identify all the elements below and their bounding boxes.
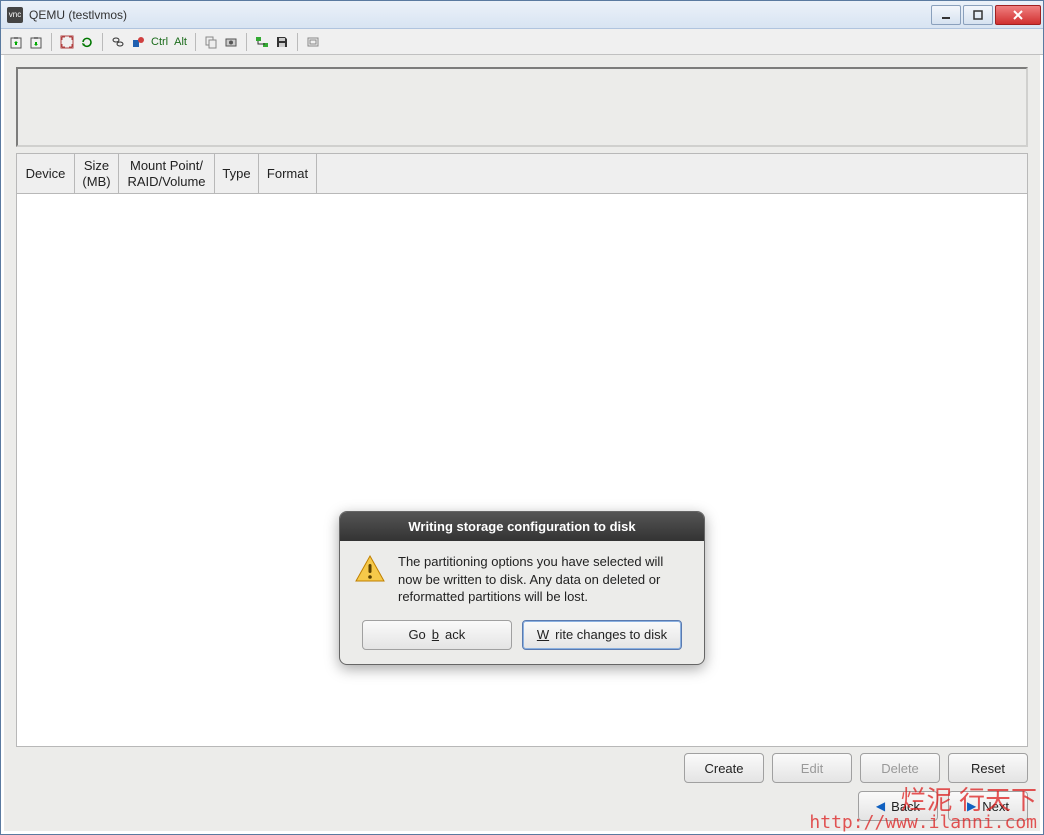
guest-display: Device Size (MB) Mount Point/ RAID/Volum… — [4, 55, 1040, 831]
header-spacer — [317, 154, 1027, 193]
titlebar: vnc QEMU (testlvmos) — [1, 1, 1043, 29]
partition-table-header: Device Size (MB) Mount Point/ RAID/Volum… — [16, 153, 1028, 194]
close-icon — [1012, 9, 1024, 21]
arrow-left-icon: ◀ — [876, 799, 885, 813]
header-size[interactable]: Size (MB) — [75, 154, 119, 193]
nav-actions: ◀ Back ▶ Next — [16, 787, 1028, 821]
connection-icon[interactable] — [109, 33, 127, 51]
header-device[interactable]: Device — [17, 154, 75, 193]
back-label: Back — [891, 799, 920, 814]
installer-screen: Device Size (MB) Mount Point/ RAID/Volum… — [4, 55, 1040, 831]
network-icon[interactable] — [253, 33, 271, 51]
dialog-body: The partitioning options you have select… — [340, 541, 704, 612]
copy-icon[interactable] — [202, 33, 220, 51]
edit-button[interactable]: Edit — [772, 753, 852, 783]
summary-box — [16, 67, 1028, 147]
alt-key-button[interactable]: Alt — [172, 36, 189, 48]
toolbar-separator — [51, 33, 52, 51]
dialog-message: The partitioning options you have select… — [398, 553, 690, 606]
vnc-icon: vnc — [7, 7, 23, 23]
ctrl-key-button[interactable]: Ctrl — [149, 36, 170, 48]
warning-icon — [354, 553, 386, 585]
minimize-icon — [941, 10, 951, 20]
maximize-button[interactable] — [963, 5, 993, 25]
next-label: Next — [982, 799, 1009, 814]
toolbar-separator — [297, 33, 298, 51]
confirm-dialog: Writing storage configuration to disk Th… — [339, 511, 705, 665]
app-window: vnc QEMU (testlvmos) — [0, 0, 1044, 835]
partition-tree[interactable]: Writing storage configuration to disk Th… — [16, 194, 1028, 747]
go-back-button[interactable]: Go back — [362, 620, 512, 650]
refresh-icon[interactable] — [78, 33, 96, 51]
save-icon[interactable] — [273, 33, 291, 51]
reset-button[interactable]: Reset — [948, 753, 1028, 783]
fullscreen-icon[interactable] — [58, 33, 76, 51]
dialog-title: Writing storage configuration to disk — [340, 512, 704, 541]
clipboard-down-icon[interactable] — [27, 33, 45, 51]
window-controls — [931, 5, 1041, 25]
arrow-right-icon: ▶ — [967, 799, 976, 813]
maximize-icon — [973, 10, 983, 20]
header-type[interactable]: Type — [215, 154, 259, 193]
header-format[interactable]: Format — [259, 154, 317, 193]
back-button[interactable]: ◀ Back — [858, 791, 938, 821]
toolbar: Ctrl Alt — [1, 29, 1043, 55]
partition-actions: Create Edit Delete Reset — [16, 747, 1028, 787]
toolbar-separator — [102, 33, 103, 51]
toolbar-separator — [195, 33, 196, 51]
screenshot-icon[interactable] — [222, 33, 240, 51]
next-button[interactable]: ▶ Next — [948, 791, 1028, 821]
header-mount[interactable]: Mount Point/ RAID/Volume — [119, 154, 215, 193]
close-button[interactable] — [995, 5, 1041, 25]
delete-button[interactable]: Delete — [860, 753, 940, 783]
settings-icon[interactable] — [129, 33, 147, 51]
write-changes-button[interactable]: Write changes to disk — [522, 620, 682, 650]
dialog-actions: Go back Write changes to disk — [340, 612, 704, 664]
window-title: QEMU (testlvmos) — [29, 8, 931, 22]
scale-icon[interactable] — [304, 33, 322, 51]
minimize-button[interactable] — [931, 5, 961, 25]
clipboard-up-icon[interactable] — [7, 33, 25, 51]
toolbar-separator — [246, 33, 247, 51]
create-button[interactable]: Create — [684, 753, 764, 783]
